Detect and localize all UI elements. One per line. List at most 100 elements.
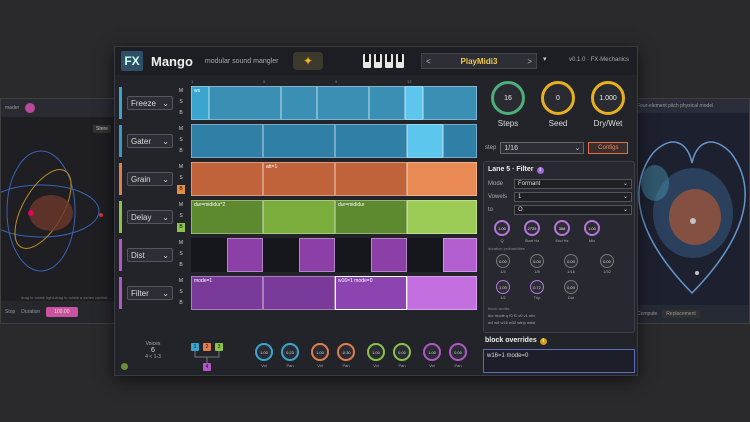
lane-block[interactable] <box>423 86 477 120</box>
preset-selector[interactable]: < PlayMidi3 > <box>421 53 537 69</box>
steps-knob[interactable]: 16 <box>491 81 525 115</box>
lane-track[interactable] <box>191 124 477 158</box>
vol-knob[interactable]: 1.00 <box>367 343 385 361</box>
bypass-button[interactable]: B <box>177 299 185 308</box>
prob-knob[interactable]: 0.00 <box>496 254 510 268</box>
bypass-button[interactable]: B <box>177 261 185 270</box>
info-icon[interactable]: i <box>536 167 544 174</box>
lane-block[interactable]: att=1 <box>263 162 335 196</box>
pan-knob[interactable]: -0.30 <box>337 343 355 361</box>
start-hz-knob[interactable]: 2725 <box>524 220 540 236</box>
preset-prev-button[interactable]: < <box>426 57 431 66</box>
step-division-select[interactable]: 1/16 ⌄ <box>500 142 585 154</box>
lane-block[interactable]: w16=1 mode=0 <box>335 276 407 310</box>
lane-block[interactable] <box>209 86 281 120</box>
to-select[interactable]: O ⌄ <box>514 204 632 215</box>
q-knob[interactable]: 1.00 <box>494 220 510 236</box>
pan-knob[interactable]: 0.00 <box>393 343 411 361</box>
lane-block[interactable] <box>335 162 407 196</box>
mixer-info-icon[interactable] <box>121 363 128 370</box>
solo-button[interactable]: S <box>177 250 185 259</box>
lane-effect-select[interactable]: Filter ⌄ <box>127 286 173 300</box>
voices-stepper[interactable]: Voices 6 4 < 1-3 <box>133 341 173 360</box>
pan-knob[interactable]: 0.00 <box>449 343 467 361</box>
heart-visualization[interactable] <box>633 113 750 303</box>
lane-block[interactable] <box>299 238 335 272</box>
vowels-select[interactable]: 1 ⌄ <box>514 191 632 202</box>
lane-block[interactable] <box>227 238 263 272</box>
lane-block[interactable] <box>317 86 369 120</box>
prob-knob[interactable]: 0.00 <box>564 280 578 294</box>
prob-knob[interactable]: 0.00 <box>564 254 578 268</box>
mute-button[interactable]: M <box>177 201 185 210</box>
lane-block[interactable] <box>335 124 407 158</box>
lane-block[interactable]: dur=mididur <box>335 200 407 234</box>
block-overrides-input[interactable]: w16=1 mode=0 <box>483 349 635 373</box>
lane-block[interactable] <box>443 238 477 272</box>
mute-button[interactable]: M <box>177 277 185 286</box>
solo-button[interactable]: S <box>177 136 185 145</box>
left-stop-button[interactable]: Stop <box>5 309 15 315</box>
bypass-button[interactable]: B <box>177 109 185 118</box>
mute-button[interactable]: M <box>177 87 185 96</box>
solo-button[interactable]: S <box>177 98 185 107</box>
bypass-button[interactable]: B <box>177 223 185 232</box>
lane-block[interactable] <box>405 86 423 120</box>
lane-track[interactable] <box>191 238 477 272</box>
preset-next-button[interactable]: > <box>527 57 532 66</box>
configs-button[interactable]: Configs <box>588 142 629 154</box>
lane-effect-select[interactable]: Grain ⌄ <box>127 172 173 186</box>
lane-block[interactable] <box>281 86 317 120</box>
prob-knob[interactable]: 0.00 <box>530 254 544 268</box>
lane-block[interactable] <box>263 276 335 310</box>
lane-track[interactable]: ws <box>191 86 477 120</box>
lane-block[interactable] <box>191 124 263 158</box>
lane-effect-select[interactable]: Delay ⌄ <box>127 210 173 224</box>
vol-knob[interactable]: 1.00 <box>423 343 441 361</box>
lane-block[interactable] <box>191 162 263 196</box>
lane-block[interactable] <box>263 200 335 234</box>
mute-button[interactable]: M <box>177 125 185 134</box>
bypass-button[interactable]: B <box>177 185 185 194</box>
lane-block[interactable]: dur=mididur*2 <box>191 200 263 234</box>
lane-block[interactable] <box>369 86 405 120</box>
lane-block[interactable] <box>407 276 477 310</box>
prob-knob[interactable]: 1.00 <box>496 280 510 294</box>
seed-knob[interactable]: 0 <box>541 81 575 115</box>
right-compute-select[interactable]: Replacement <box>662 310 700 318</box>
left-duration-field[interactable]: 100.00 <box>46 307 78 317</box>
orbit-visualization[interactable] <box>1 131 118 301</box>
lane-track[interactable]: mode=1 w16=1 mode=0 <box>190 276 477 310</box>
vol-knob[interactable]: 1.00 <box>311 343 329 361</box>
lane-track[interactable]: att=1 <box>191 162 477 196</box>
lane-effect-select[interactable]: Gater ⌄ <box>127 134 173 148</box>
lane-block[interactable] <box>263 124 335 158</box>
vol-knob[interactable]: 1.00 <box>255 343 273 361</box>
lane-block[interactable] <box>407 162 477 196</box>
lane-track[interactable]: dur=mididur*2 dur=mididur <box>191 200 477 234</box>
mute-button[interactable]: M <box>177 239 185 248</box>
solo-button[interactable]: S <box>177 174 185 183</box>
preset-menu-button[interactable]: ▾ <box>543 55 547 63</box>
dry-wet-knob[interactable]: 1.000 <box>591 81 625 115</box>
pan-knob[interactable]: 0.23 <box>281 343 299 361</box>
mix-knob[interactable]: 1.00 <box>584 220 600 236</box>
lane-block[interactable] <box>407 124 443 158</box>
randomize-button[interactable]: ✦ <box>293 52 323 70</box>
prob-knob[interactable]: 0.00 <box>600 254 614 268</box>
lane-block[interactable] <box>443 124 477 158</box>
lane-block[interactable] <box>407 200 477 234</box>
lane-effect-select[interactable]: Freeze ⌄ <box>127 96 173 110</box>
lane-block[interactable]: ws <box>191 86 209 120</box>
lane-effect-select[interactable]: Dist ⌄ <box>127 248 173 262</box>
info-icon[interactable]: i <box>539 338 547 345</box>
mode-select[interactable]: Formant ⌄ <box>514 178 632 189</box>
solo-button[interactable]: S <box>177 288 185 297</box>
solo-button[interactable]: S <box>177 212 185 221</box>
lane-block[interactable]: mode=1 <box>191 276 263 310</box>
bypass-button[interactable]: B <box>177 147 185 156</box>
mute-button[interactable]: M <box>177 163 185 172</box>
lane-block[interactable] <box>371 238 407 272</box>
prob-knob[interactable]: 0.72 <box>530 280 544 294</box>
end-hz-knob[interactable]: 368 <box>554 220 570 236</box>
